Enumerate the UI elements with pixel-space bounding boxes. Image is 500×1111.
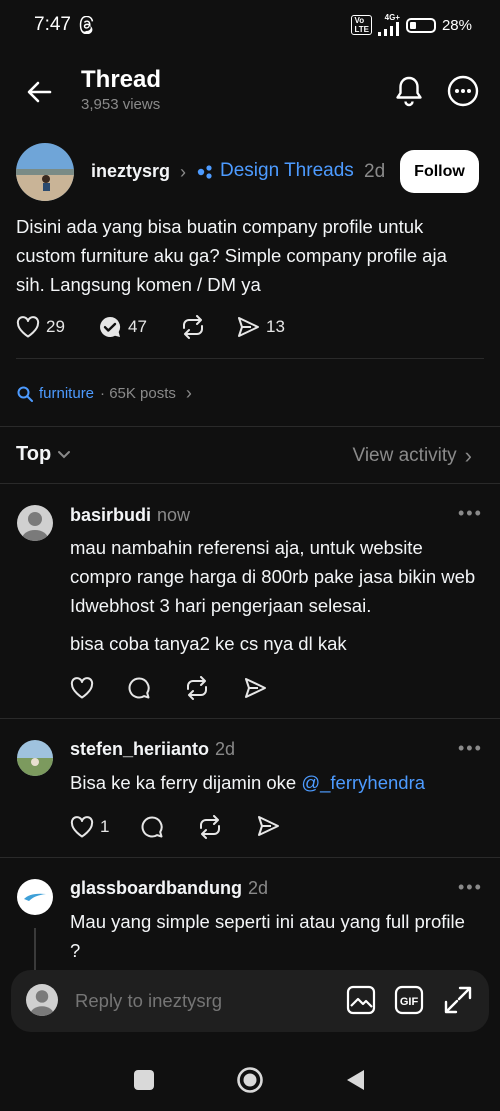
mention-link[interactable]: @_ferryhendra: [301, 772, 425, 793]
repost-icon: [183, 315, 203, 339]
chevron-right-icon: ›: [185, 383, 192, 403]
glassboard-logo-icon: [17, 879, 53, 915]
post-age: 2d: [364, 161, 386, 182]
tag-meta: · 65K posts: [100, 385, 176, 402]
page-title: Thread: [81, 66, 162, 93]
chevron-right-icon: ›: [464, 443, 472, 468]
sort-label: Top: [16, 443, 52, 465]
reply-username-text: stefen_heriianto: [70, 739, 210, 759]
search-icon: [17, 386, 33, 402]
post-body: Disini ada yang bisa buatin company prof…: [16, 216, 447, 295]
divider: [16, 358, 484, 359]
reply-text: Bisa ke ka ferry dijamin oke: [70, 772, 302, 793]
reply-age: 2d: [248, 878, 269, 898]
sort-dropdown[interactable]: Top: [16, 443, 71, 466]
heart-icon[interactable]: [70, 677, 94, 699]
battery-level: 28%: [441, 16, 472, 34]
divider: [0, 483, 500, 484]
send-icon: [238, 317, 259, 337]
reply-username[interactable]: stefen_heriianto 2d: [70, 739, 235, 760]
reply-age: 2d: [215, 739, 236, 759]
share-button[interactable]: 13: [236, 316, 285, 338]
chevron-right-icon: ›: [180, 162, 186, 182]
image-icon[interactable]: [346, 985, 376, 1015]
reply-username-text: glassboardbandung: [70, 878, 243, 898]
reply-actions: 1: [70, 815, 280, 839]
share-count: 13: [266, 317, 285, 336]
reply-actions: [70, 676, 267, 700]
view-activity-label: View activity: [352, 445, 457, 466]
battery-icon: [405, 17, 436, 33]
repost-button[interactable]: [180, 315, 236, 339]
check-bubble-icon: [100, 316, 121, 337]
reply-body: mau nambahin referensi aja, untuk websit…: [70, 537, 476, 616]
send-icon[interactable]: [243, 677, 267, 699]
divider: [0, 857, 500, 858]
svg-text:GIF: GIF: [400, 996, 419, 1008]
volte-icon: Vo LTE: [351, 15, 372, 35]
topic-icon: [197, 165, 212, 179]
recent-apps-button[interactable]: [134, 1070, 154, 1090]
topic-link[interactable]: Design Threads: [220, 160, 354, 182]
reply-username[interactable]: glassboardbandung 2d: [70, 878, 268, 899]
like-button[interactable]: 1: [70, 816, 140, 838]
reply-body-continued: bisa coba tanya2 ke cs nya dl kak: [70, 633, 347, 654]
reply-body: Bisa ke ka ferry dijamin oke @_ferryhend…: [70, 768, 480, 797]
bell-icon[interactable]: [393, 74, 425, 108]
reply-count: 47: [128, 317, 147, 336]
avatar-image: [16, 143, 74, 201]
expand-icon[interactable]: [443, 985, 473, 1015]
repost-icon[interactable]: [197, 815, 223, 839]
like-count: 29: [46, 317, 65, 336]
status-time: 7:47: [34, 14, 71, 35]
divider: [0, 718, 500, 719]
comment-icon[interactable]: [127, 676, 151, 700]
chevron-down-icon: [58, 450, 71, 458]
default-avatar-icon: [17, 505, 53, 541]
divider: [0, 426, 500, 427]
reply-username[interactable]: basirbudi now: [70, 505, 190, 526]
like-button[interactable]: 29: [16, 316, 98, 338]
reply-avatar[interactable]: [17, 505, 53, 541]
heart-icon: [70, 816, 94, 838]
repost-icon[interactable]: [184, 676, 210, 700]
reply-input[interactable]: [75, 990, 325, 1012]
back-arrow-icon[interactable]: [24, 76, 56, 108]
reply-age: now: [157, 505, 191, 525]
reply-avatar[interactable]: [17, 879, 53, 915]
follow-button[interactable]: Follow: [400, 150, 479, 193]
more-options-icon[interactable]: [446, 74, 480, 108]
threads-logo-icon: [79, 16, 94, 34]
post-actions: 29 47 13: [16, 315, 285, 339]
signal-icon: [377, 22, 399, 36]
thread-line: [34, 928, 36, 970]
reply-more-icon[interactable]: •••: [458, 877, 483, 898]
composer-avatar: [26, 984, 58, 1016]
reply-more-icon[interactable]: •••: [458, 503, 483, 524]
tag-name: furniture: [39, 385, 95, 402]
home-button[interactable]: [236, 1066, 264, 1094]
tag-link[interactable]: furniture · 65K posts ›: [17, 383, 192, 404]
reply-count-button[interactable]: 47: [98, 315, 180, 339]
like-count: 1: [100, 817, 110, 836]
author-avatar[interactable]: [16, 143, 74, 201]
reply-body: Mau yang simple seperti ini atau yang fu…: [70, 911, 465, 961]
view-count: 3,953 views: [81, 96, 161, 113]
view-activity-link[interactable]: View activity ›: [352, 443, 472, 469]
reply-username-text: basirbudi: [70, 505, 152, 525]
send-icon[interactable]: [256, 815, 280, 837]
comment-icon[interactable]: [140, 815, 164, 839]
reply-more-icon[interactable]: •••: [458, 738, 483, 759]
reply-avatar[interactable]: [17, 740, 53, 776]
default-avatar-icon: [26, 984, 58, 1016]
gif-icon[interactable]: GIF: [394, 985, 424, 1015]
status-icons: Vo LTE 4G+ 28%: [351, 14, 472, 36]
avatar-image: [17, 740, 53, 776]
author-username[interactable]: ineztysrg: [91, 161, 170, 182]
heart-icon: [16, 316, 40, 338]
network-type: 4G+: [384, 13, 400, 22]
system-back-button[interactable]: [344, 1068, 366, 1092]
